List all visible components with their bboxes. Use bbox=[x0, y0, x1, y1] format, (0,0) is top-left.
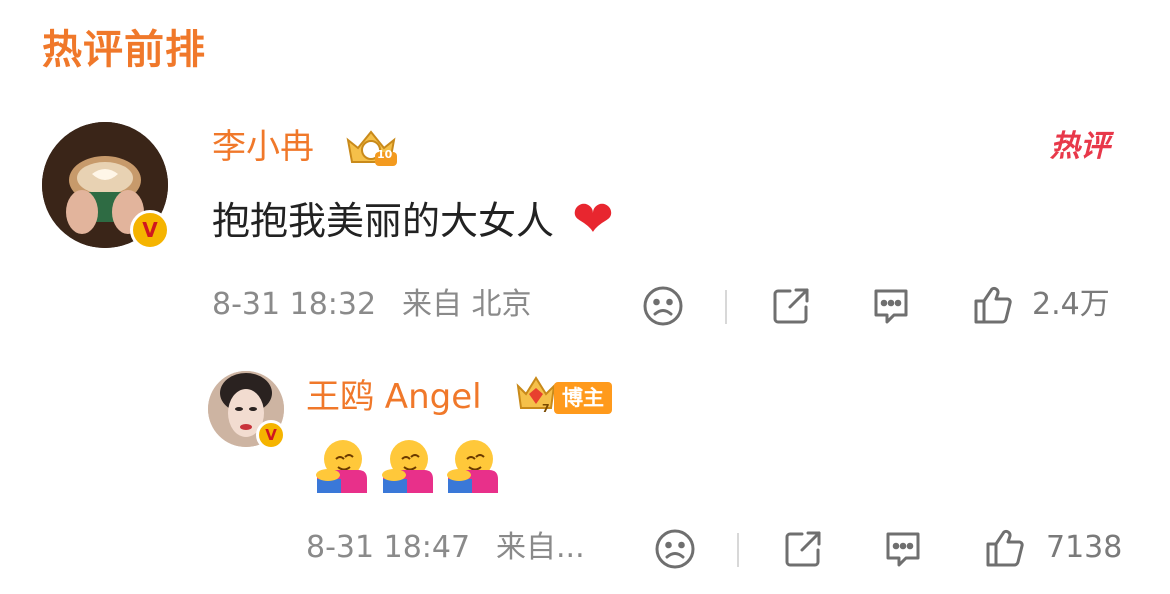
hug-emoji-icon bbox=[312, 435, 370, 493]
reply-timestamp: 8-31 18:47 bbox=[306, 530, 471, 565]
reply-crown-badge-icon bbox=[514, 374, 558, 418]
reply-like-count: 7138 bbox=[1046, 530, 1123, 565]
like-count: 2.4万 bbox=[1032, 287, 1110, 322]
reply-verified-badge: V bbox=[256, 420, 286, 450]
comment-icon[interactable] bbox=[870, 285, 912, 327]
heart-icon: ❤ bbox=[572, 190, 614, 248]
hot-comment-tag: 热评 bbox=[1050, 129, 1110, 164]
timestamp: 8-31 18:32 bbox=[212, 287, 377, 322]
reply-comment-icon[interactable] bbox=[882, 528, 924, 570]
reply-share-icon[interactable] bbox=[782, 528, 824, 570]
reply-level-badge-number: 7 bbox=[542, 402, 550, 415]
comment-item: V 李小冉 10 热评 抱抱我美丽的大女人 ❤ 8-31 18:32 来自 北京 bbox=[0, 110, 1170, 350]
reply-action-divider bbox=[737, 533, 739, 567]
verified-badge: V bbox=[130, 210, 170, 250]
hug-emoji-icon bbox=[443, 435, 501, 493]
user-name[interactable]: 李小冉 bbox=[212, 130, 314, 164]
reply-thumbs-up-icon[interactable] bbox=[984, 527, 1026, 569]
reply-dislike-face-icon[interactable] bbox=[654, 528, 696, 570]
thumbs-up-icon[interactable] bbox=[972, 284, 1014, 326]
section-title: 热评前排 bbox=[42, 27, 206, 73]
reply-user-name[interactable]: 王鸥 Angel bbox=[306, 380, 482, 414]
hug-emoji-icon bbox=[378, 435, 436, 493]
action-divider bbox=[725, 290, 727, 324]
source-location: 来自 北京 bbox=[402, 287, 532, 322]
level-badge-number: 10 bbox=[377, 148, 393, 161]
role-badge: 博主 bbox=[554, 382, 612, 414]
comment-text: 抱抱我美丽的大女人 bbox=[212, 199, 555, 243]
reply-item: V 王鸥 Angel 7 博主 8-31 18:47 来自... 7138 bbox=[0, 365, 1170, 594]
share-icon[interactable] bbox=[770, 285, 812, 327]
dislike-face-icon[interactable] bbox=[642, 285, 684, 327]
reply-source: 来自... bbox=[496, 530, 585, 565]
